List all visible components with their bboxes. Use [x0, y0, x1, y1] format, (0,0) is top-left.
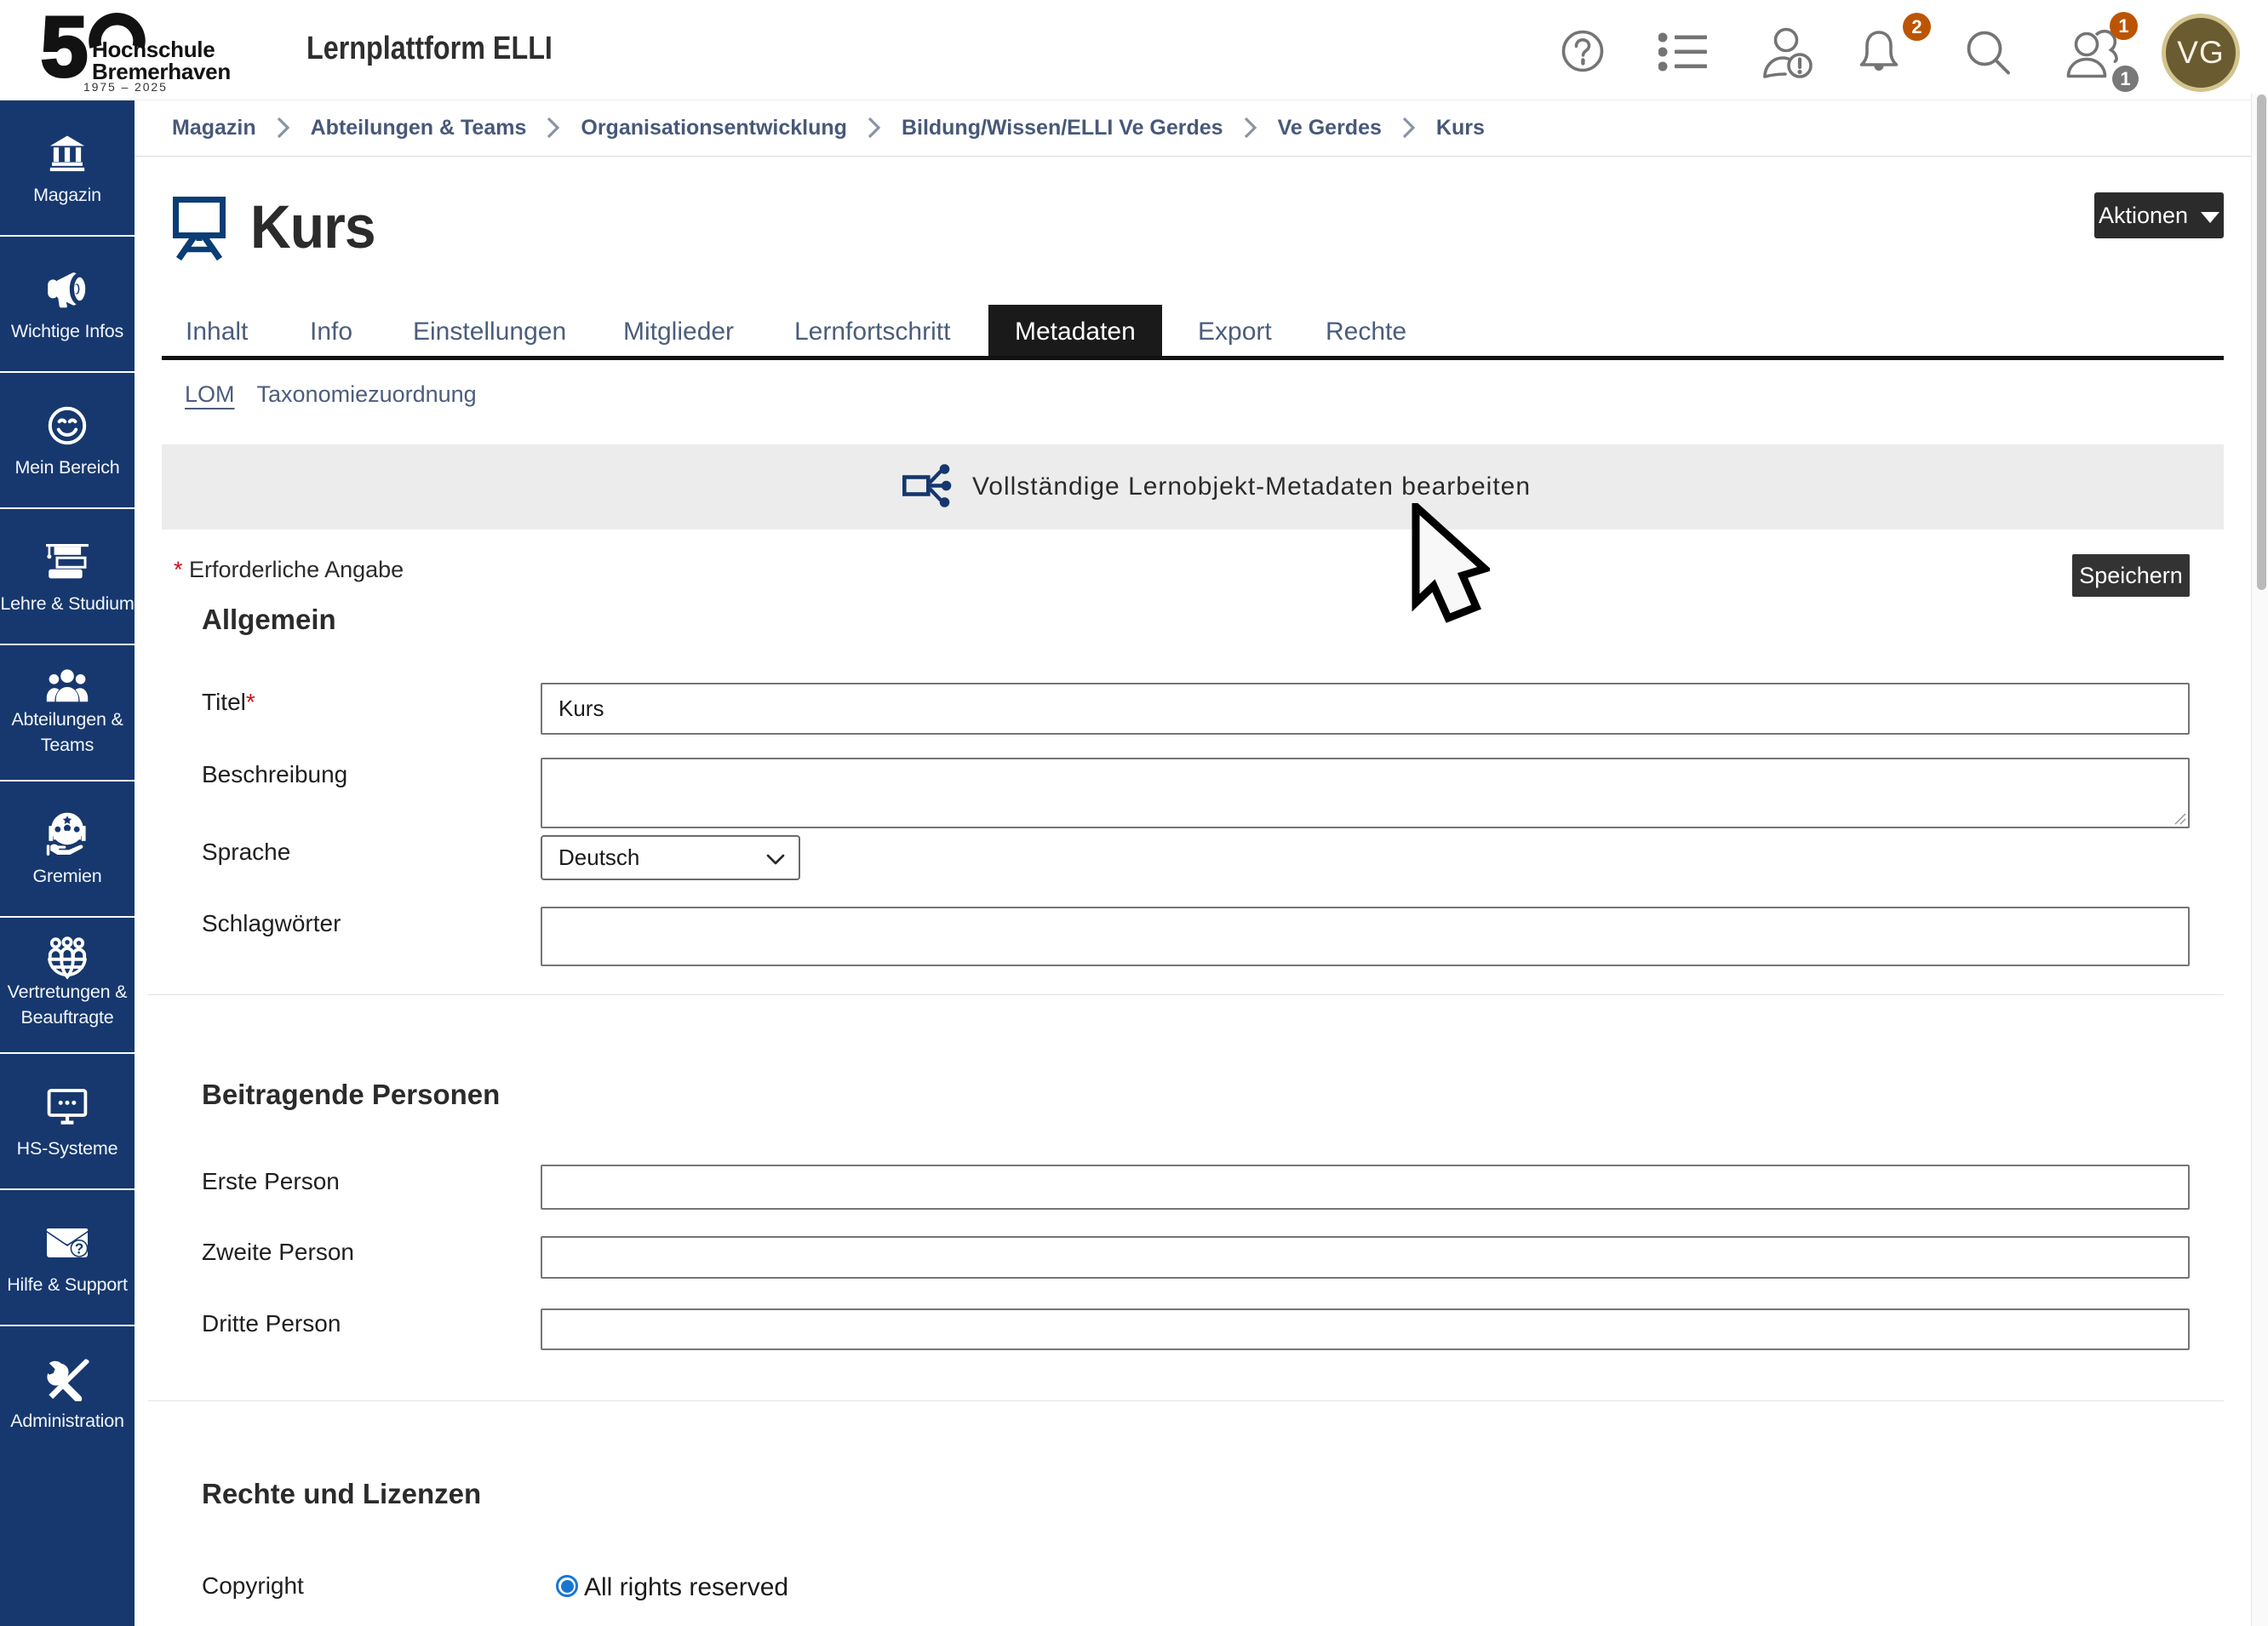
- svg-text:?: ?: [75, 1240, 84, 1257]
- svg-text:5: 5: [41, 10, 88, 94]
- svg-text:1975 – 2025: 1975 – 2025: [83, 80, 168, 94]
